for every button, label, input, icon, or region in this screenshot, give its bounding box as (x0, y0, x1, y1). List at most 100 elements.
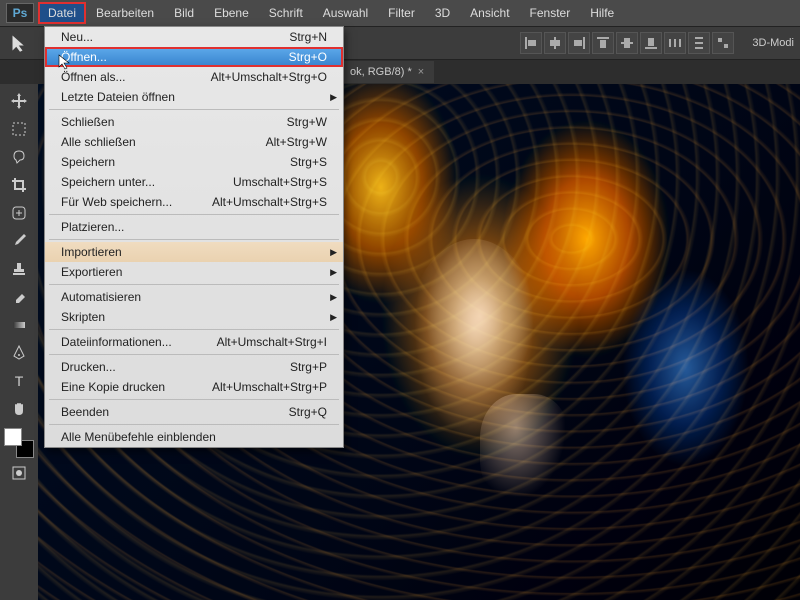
eraser-tool-icon[interactable] (5, 284, 33, 310)
hand-tool-icon[interactable] (5, 396, 33, 422)
crop-tool-icon[interactable] (5, 172, 33, 198)
distribute-h-icon[interactable] (664, 32, 686, 54)
menu-ansicht[interactable]: Ansicht (460, 2, 519, 24)
stamp-tool-icon[interactable] (5, 256, 33, 282)
menu-item-ffnen[interactable]: Öffnen...Strg+O (45, 47, 343, 67)
menu-item-label: Automatisieren (61, 290, 141, 304)
menu-item-shortcut: Strg+N (289, 30, 327, 44)
menu-item-label: Dateiinformationen... (61, 335, 172, 349)
menu-separator (49, 239, 339, 240)
menu-filter[interactable]: Filter (378, 2, 425, 24)
menu-item-exportieren[interactable]: Exportieren▶ (45, 262, 343, 282)
close-icon[interactable]: × (418, 66, 424, 78)
menu-item-platzieren[interactable]: Platzieren... (45, 217, 343, 237)
menu-item-label: Skripten (61, 310, 105, 324)
menu-item-label: Speichern unter... (61, 175, 155, 189)
menu-item-label: Beenden (61, 405, 109, 419)
align-left-icon[interactable] (520, 32, 542, 54)
menu-item-label: Neu... (61, 30, 93, 44)
menu-item-label: Eine Kopie drucken (61, 380, 165, 394)
menu-separator (49, 354, 339, 355)
cursor-icon (58, 54, 74, 75)
submenu-arrow-icon: ▶ (330, 312, 337, 323)
menu-separator (49, 399, 339, 400)
menu-item-f-r-web-speichern[interactable]: Für Web speichern... Alt+Umschalt+Strg+S (45, 192, 343, 212)
menu-auswahl[interactable]: Auswahl (313, 2, 378, 24)
align-center-h-icon[interactable] (544, 32, 566, 54)
menu-item-automatisieren[interactable]: Automatisieren ▶ (45, 287, 343, 307)
menu-item-shortcut: Alt+Umschalt+Strg+P (212, 380, 327, 394)
menu-item-beenden[interactable]: Beenden Strg+Q (45, 402, 343, 422)
svg-text:T: T (15, 373, 24, 389)
menu-item-importieren[interactable]: Importieren▶ (45, 242, 343, 262)
menu-item-speichern-unter[interactable]: Speichern unter... Umschalt+Strg+S (45, 172, 343, 192)
menu-item-label: Exportieren (61, 265, 122, 279)
menu-separator (49, 284, 339, 285)
align-top-icon[interactable] (592, 32, 614, 54)
menu-ebene[interactable]: Ebene (204, 2, 259, 24)
move-tool-icon[interactable] (5, 88, 33, 114)
toolbox: T (0, 84, 38, 600)
menu-item-speichern[interactable]: SpeichernStrg+S (45, 152, 343, 172)
app-logo: Ps (6, 3, 34, 23)
menu-item-label: Platzieren... (61, 220, 124, 234)
menu-item-shortcut: Alt+Umschalt+Strg+I (217, 335, 327, 349)
menu-separator (49, 329, 339, 330)
menu-item-shortcut: Alt+Umschalt+Strg+O (211, 70, 327, 84)
healing-brush-tool-icon[interactable] (5, 200, 33, 226)
distribute-spacing-icon[interactable] (712, 32, 734, 54)
menu-item-neu[interactable]: Neu... Strg+N (45, 27, 343, 47)
marquee-tool-icon[interactable] (5, 116, 33, 142)
menu-item-label: Für Web speichern... (61, 195, 172, 209)
menu-bild[interactable]: Bild (164, 2, 204, 24)
menu-item-letzte-dateien-ffnen[interactable]: Letzte Dateien öffnen ▶ (45, 87, 343, 107)
document-tab-title: ok, RGB/8) * (350, 66, 412, 78)
menu-item-label: Schließen (61, 115, 114, 129)
quick-mask-icon[interactable] (5, 460, 33, 486)
menu-separator (49, 109, 339, 110)
menu-item-schlie-en[interactable]: SchließenStrg+W (45, 112, 343, 132)
color-swatches[interactable] (4, 428, 34, 458)
align-center-v-icon[interactable] (616, 32, 638, 54)
foreground-swatch[interactable] (4, 428, 22, 446)
menu-3d[interactable]: 3D (425, 2, 460, 24)
menu-item-shortcut: Alt+Strg+W (266, 135, 327, 149)
submenu-arrow-icon: ▶ (330, 292, 337, 303)
menu-fenster[interactable]: Fenster (520, 2, 581, 24)
menu-item-shortcut: Strg+S (290, 155, 327, 169)
menu-schrift[interactable]: Schrift (259, 2, 313, 24)
menu-item-alle-men-befehle-einblenden[interactable]: Alle Menübefehle einblenden (45, 427, 343, 447)
menu-item-shortcut: Strg+Q (289, 405, 327, 419)
menu-item-shortcut: Alt+Umschalt+Strg+S (212, 195, 327, 209)
menu-item-drucken[interactable]: Drucken... Strg+P (45, 357, 343, 377)
menu-item-eine-kopie-drucken[interactable]: Eine Kopie drucken Alt+Umschalt+Strg+P (45, 377, 343, 397)
menu-hilfe[interactable]: Hilfe (580, 2, 624, 24)
align-bottom-icon[interactable] (640, 32, 662, 54)
submenu-arrow-icon: ▶ (330, 92, 337, 103)
distribute-v-icon[interactable] (688, 32, 710, 54)
menu-bearbeiten[interactable]: Bearbeiten (86, 2, 164, 24)
move-tool-indicator[interactable] (10, 33, 30, 53)
align-right-icon[interactable] (568, 32, 590, 54)
menu-separator (49, 214, 339, 215)
menu-item-label: Alle Menübefehle einblenden (61, 430, 216, 444)
text-tool-icon[interactable]: T (5, 368, 33, 394)
alignment-buttons (520, 32, 734, 54)
menu-datei[interactable]: Datei (38, 2, 86, 24)
menu-item-alle-schlie-en[interactable]: Alle schließenAlt+Strg+W (45, 132, 343, 152)
menu-item-label: Drucken... (61, 360, 116, 374)
gradient-tool-icon[interactable] (5, 312, 33, 338)
menu-item-ffnen-als[interactable]: Öffnen als...Alt+Umschalt+Strg+O (45, 67, 343, 87)
menu-item-skripten[interactable]: Skripten ▶ (45, 307, 343, 327)
menu-item-shortcut: Strg+P (290, 360, 327, 374)
pen-tool-icon[interactable] (5, 340, 33, 366)
menu-separator (49, 424, 339, 425)
menu-item-shortcut: Umschalt+Strg+S (233, 175, 327, 189)
document-tab[interactable]: ok, RGB/8) * × (340, 61, 434, 83)
menu-item-label: Letzte Dateien öffnen (61, 90, 175, 104)
brush-tool-icon[interactable] (5, 228, 33, 254)
lasso-tool-icon[interactable] (5, 144, 33, 170)
file-menu-dropdown: Neu... Strg+N Öffnen...Strg+OÖffnen als...… (44, 26, 344, 448)
menu-item-dateiinformationen[interactable]: Dateiinformationen... Alt+Umschalt+Strg+I (45, 332, 343, 352)
menu-item-label: Importieren (61, 245, 122, 259)
